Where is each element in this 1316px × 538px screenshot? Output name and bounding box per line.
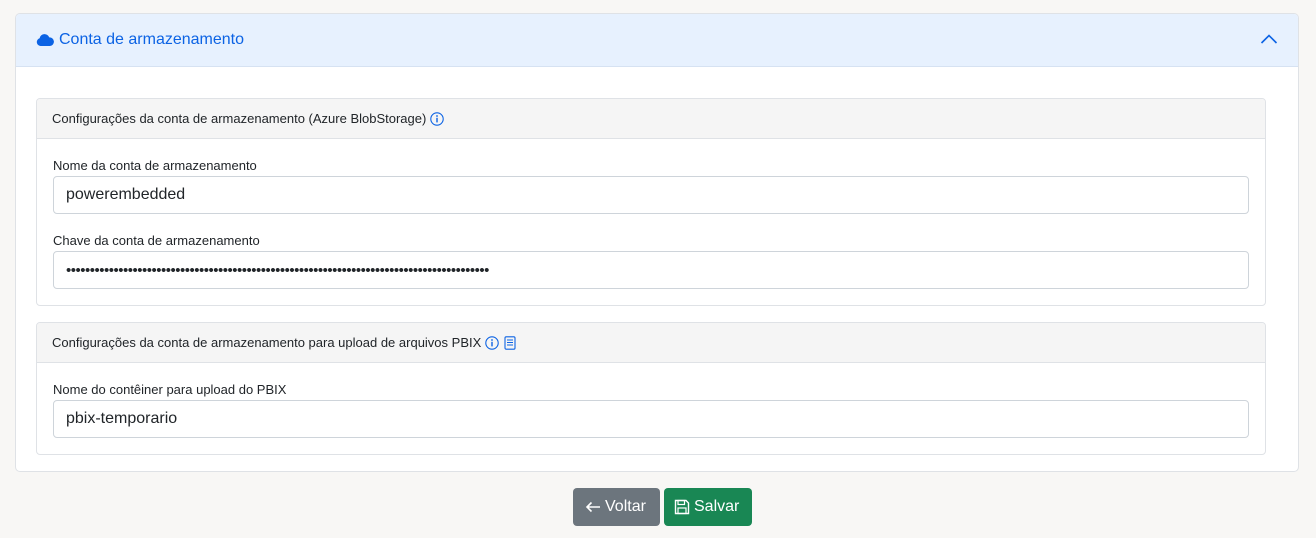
- accordion-title: Conta de armazenamento: [59, 31, 244, 48]
- account-name-input[interactable]: powerembedded: [53, 176, 1249, 214]
- arrow-left-icon: [585, 501, 600, 513]
- pbix-settings-card: Configurações da conta de armazenamento …: [36, 322, 1266, 455]
- container-name-input[interactable]: pbix-temporario: [53, 400, 1249, 438]
- document-icon[interactable]: [504, 335, 516, 350]
- back-button[interactable]: Voltar: [573, 488, 660, 526]
- save-button[interactable]: Salvar: [664, 488, 752, 526]
- pbix-settings-header: Configurações da conta de armazenamento …: [37, 323, 1265, 363]
- pbix-settings-title: Configurações da conta de armazenamento …: [52, 335, 482, 350]
- account-name-label: Nome da conta de armazenamento: [53, 158, 257, 173]
- info-icon[interactable]: [485, 335, 500, 350]
- chevron-up-icon[interactable]: [1260, 33, 1278, 45]
- accordion-header[interactable]: Conta de armazenamento: [16, 14, 1298, 67]
- account-key-label: Chave da conta de armazenamento: [53, 233, 260, 248]
- account-key-input[interactable]: ••••••••••••••••••••••••••••••••••••••••…: [53, 251, 1249, 289]
- info-icon[interactable]: [430, 111, 445, 126]
- save-button-label: Salvar: [694, 498, 740, 515]
- storage-settings-title: Configurações da conta de armazenamento …: [52, 111, 427, 126]
- cloud-icon: [36, 33, 54, 46]
- storage-account-accordion: Conta de armazenamento Configurações da …: [15, 13, 1299, 472]
- storage-settings-card: Configurações da conta de armazenamento …: [36, 98, 1266, 306]
- container-name-label: Nome do contêiner para upload do PBIX: [53, 382, 287, 397]
- back-button-label: Voltar: [605, 498, 646, 515]
- storage-settings-header: Configurações da conta de armazenamento …: [37, 99, 1265, 139]
- floppy-disk-icon: [674, 499, 690, 515]
